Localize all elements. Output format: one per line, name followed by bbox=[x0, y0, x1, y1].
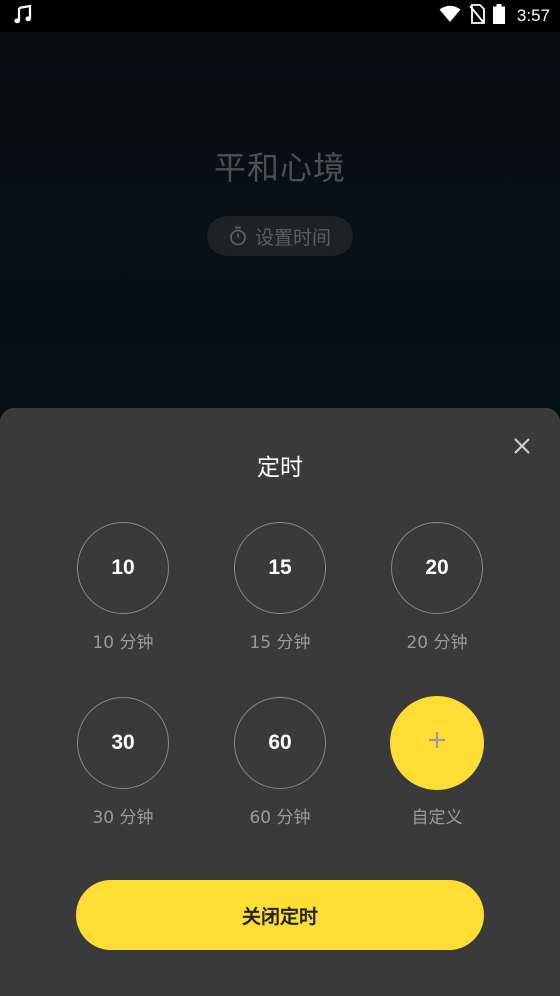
timer-option-custom[interactable]: 自定义 bbox=[377, 696, 497, 828]
status-icons: 3:57 bbox=[439, 0, 550, 32]
timer-option-60[interactable]: 60 60 分钟 bbox=[220, 697, 340, 828]
timer-option-circle[interactable]: 15 bbox=[234, 522, 326, 614]
status-bar: 3:57 bbox=[0, 0, 560, 32]
no-sim-icon bbox=[469, 4, 485, 28]
timer-sheet: 定时 10 10 分钟 15 15 分钟 20 20 分钟 30 30 分钟 6… bbox=[0, 408, 560, 996]
timer-option-label: 20 分钟 bbox=[406, 633, 468, 653]
timer-option-circle[interactable]: 10 bbox=[77, 522, 169, 614]
timer-option-circle[interactable]: 20 bbox=[391, 522, 483, 614]
custom-timer-button[interactable] bbox=[390, 696, 484, 790]
status-time: 3:57 bbox=[516, 6, 550, 25]
battery-icon bbox=[492, 4, 505, 28]
timer-option-label: 10 分钟 bbox=[92, 633, 154, 653]
plus-icon bbox=[427, 730, 447, 756]
timer-option-label: 30 分钟 bbox=[92, 808, 154, 828]
music-note-icon bbox=[14, 4, 32, 25]
close-icon bbox=[513, 437, 531, 459]
turn-off-timer-button[interactable]: 关闭定时 bbox=[76, 880, 484, 950]
timer-option-20[interactable]: 20 20 分钟 bbox=[377, 522, 497, 653]
close-button[interactable] bbox=[506, 432, 538, 464]
timer-option-circle[interactable]: 30 bbox=[77, 697, 169, 789]
wifi-icon bbox=[439, 5, 461, 27]
timer-option-label: 60 分钟 bbox=[249, 808, 311, 828]
timer-option-30[interactable]: 30 30 分钟 bbox=[63, 697, 183, 828]
timer-option-label: 15 分钟 bbox=[249, 633, 311, 653]
timer-option-15[interactable]: 15 15 分钟 bbox=[220, 522, 340, 653]
timer-option-circle[interactable]: 60 bbox=[234, 697, 326, 789]
timer-option-10[interactable]: 10 10 分钟 bbox=[63, 522, 183, 653]
timer-screen: 3:57 平和心境 设置时间 定时 10 10 分钟 15 15 分钟 20 2… bbox=[0, 0, 560, 996]
custom-timer-label: 自定义 bbox=[411, 808, 463, 828]
sheet-title: 定时 bbox=[257, 455, 303, 481]
